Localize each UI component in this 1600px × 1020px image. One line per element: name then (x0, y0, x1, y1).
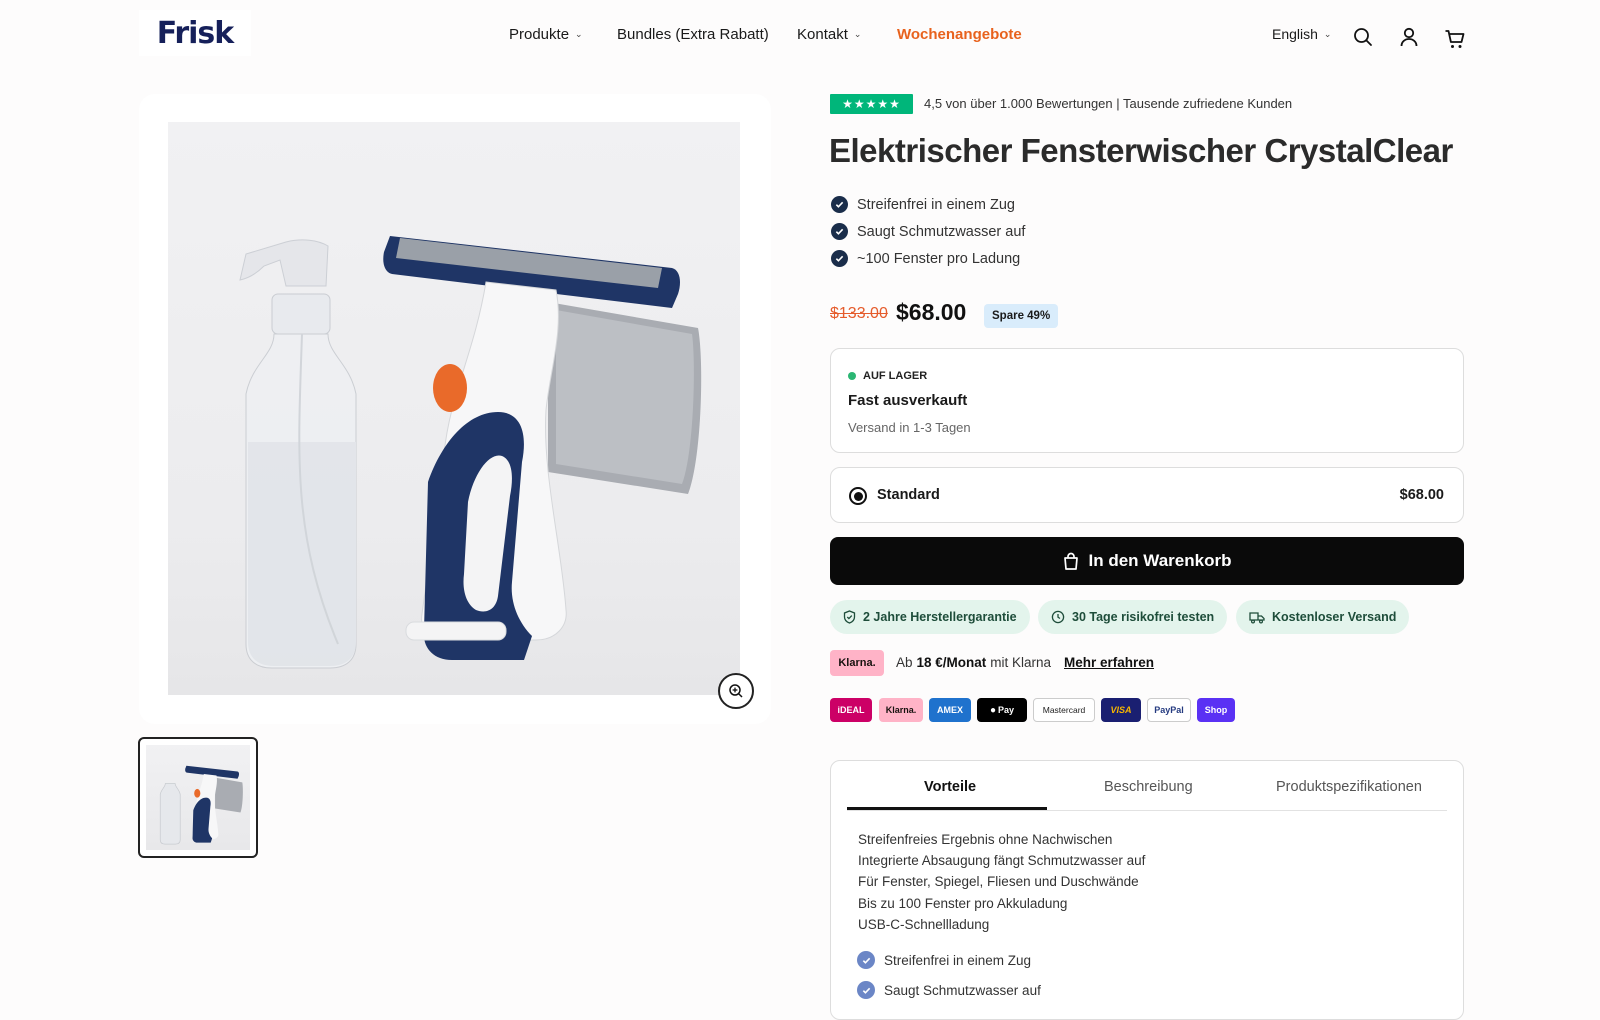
tab-produktspezifikationen[interactable]: Produktspezifikationen (1276, 779, 1422, 795)
search-icon[interactable] (1352, 26, 1374, 48)
nav-label: Kontakt (797, 26, 848, 43)
shopping-bag-icon (1063, 552, 1078, 570)
feature-item: Streifenfrei in einem Zug (831, 196, 1015, 213)
benefit-check-item: Saugt Schmutzwasser auf (857, 981, 1041, 999)
nav-wochenangebote[interactable]: Wochenangebote (897, 26, 1022, 43)
check-icon (831, 250, 848, 267)
benefit-line: Bis zu 100 Fenster pro Akkuladung (858, 896, 1068, 911)
check-icon (857, 951, 875, 969)
stock-status-label: AUF LAGER (863, 370, 928, 382)
klarna-logo: Klarna. (830, 650, 884, 676)
nav-produkte[interactable]: Produkte ⌄ (509, 26, 583, 43)
trustpilot-stars: ★★★★★ (830, 94, 913, 114)
klarna-learn-more-link[interactable]: Mehr erfahren (1064, 655, 1154, 670)
benefit-line: Streifenfreies Ergebnis ohne Nachwischen (858, 832, 1113, 847)
product-image[interactable] (168, 122, 740, 695)
paypal-icon: PayPal (1147, 698, 1191, 722)
truck-icon (1249, 611, 1265, 624)
benefit-line: Für Fenster, Spiegel, Fliesen und Duschw… (858, 874, 1139, 889)
window-cleaner-illustration (239, 236, 702, 669)
add-to-cart-label: In den Warenkorb (1088, 551, 1232, 570)
trial-badge: 30 Tage risikofrei testen (1038, 600, 1228, 634)
visa-icon: VISA (1101, 698, 1141, 722)
klarna-suffix: mit Klarna (990, 655, 1052, 670)
zoom-button[interactable] (718, 673, 754, 709)
klarna-payment-icon: Klarna. (879, 698, 923, 722)
benefit-check-label: Saugt Schmutzwasser auf (884, 982, 1041, 998)
nav-bundles[interactable]: Bundles (Extra Rabatt) (617, 26, 769, 43)
apple-pay-label: Pay (998, 705, 1015, 715)
badge-label: Kostenloser Versand (1272, 610, 1397, 624)
variant-price: $68.00 (1399, 487, 1444, 503)
site-header: Frisk Produkte ⌄ Bundles (Extra Rabatt) … (0, 0, 1600, 72)
check-icon (831, 196, 848, 213)
tab-divider (847, 810, 1447, 811)
klarna-prefix: Ab (896, 655, 913, 670)
language-label: English (1272, 26, 1318, 42)
chevron-down-icon: ⌄ (1323, 28, 1332, 39)
benefit-check-label: Streifenfrei in einem Zug (884, 952, 1032, 968)
check-icon (857, 981, 875, 999)
cart-icon[interactable] (1444, 28, 1466, 50)
apple-pay-icon: ● Pay (977, 698, 1027, 722)
klarna-text: Ab 18 €/Monat mit Klarna (896, 655, 1051, 670)
shield-check-icon (843, 610, 856, 624)
benefit-line: Integrierte Absaugung fängt Schmutzwasse… (858, 853, 1146, 868)
feature-label: Saugt Schmutzwasser auf (857, 223, 1026, 240)
clock-icon (1051, 610, 1065, 624)
tab-beschreibung[interactable]: Beschreibung (1104, 779, 1193, 795)
zoom-in-icon (729, 684, 743, 698)
chevron-down-icon: ⌄ (853, 29, 862, 39)
frisk-logo[interactable]: Frisk (139, 10, 251, 56)
amex-icon: AMEX (929, 698, 971, 722)
tab-vorteile[interactable]: Vorteile (924, 779, 976, 795)
logo-text: Frisk (156, 15, 234, 51)
original-price: $133.00 (830, 305, 888, 322)
feature-label: Streifenfrei in einem Zug (857, 196, 1015, 213)
benefit-line: USB-C-Schnellladung (858, 917, 990, 932)
radio-selected-icon[interactable] (849, 487, 867, 505)
stock-status: AUF LAGER (848, 370, 927, 382)
warranty-badge: 2 Jahre Herstellergarantie (830, 600, 1030, 634)
mastercard-icon: Mastercard (1033, 698, 1095, 722)
nav-label: Bundles (Extra Rabatt) (617, 26, 769, 43)
in-stock-dot-icon (848, 372, 856, 380)
product-title: Elektrischer Fensterwischer CrystalClear (829, 132, 1453, 169)
badge-label: 30 Tage risikofrei testen (1072, 610, 1215, 624)
language-selector[interactable]: English ⌄ (1272, 26, 1331, 42)
feature-item: Saugt Schmutzwasser auf (831, 223, 1025, 240)
shop-pay-icon: Shop (1197, 698, 1235, 722)
chevron-down-icon: ⌄ (575, 29, 583, 39)
stock-card: AUF LAGER Fast ausverkauft Versand in 1-… (830, 348, 1464, 453)
feature-label: ~100 Fenster pro Ladung (857, 250, 1021, 267)
nav-kontakt[interactable]: Kontakt ⌄ (797, 26, 861, 43)
sale-price: $68.00 (896, 299, 967, 325)
rating-summary: 4,5 von über 1.000 Bewertungen | Tausend… (924, 96, 1293, 111)
thumbnail[interactable] (138, 737, 258, 858)
account-icon[interactable] (1398, 26, 1420, 48)
ideal-icon: iDEAL (830, 698, 872, 722)
feature-item: ~100 Fenster pro Ladung (831, 250, 1020, 267)
stock-headline: Fast ausverkauft (848, 392, 968, 409)
discount-badge: Spare 49% (984, 304, 1059, 328)
nav-label: Wochenangebote (897, 26, 1022, 43)
free-shipping-badge: Kostenloser Versand (1236, 600, 1410, 634)
variant-label: Standard (877, 487, 940, 503)
badge-label: 2 Jahre Herstellergarantie (863, 610, 1017, 624)
variant-option-standard[interactable]: Standard $68.00 (830, 467, 1464, 523)
benefit-check-item: Streifenfrei in einem Zug (857, 951, 1031, 969)
shipping-time: Versand in 1-3 Tagen (848, 420, 971, 435)
nav-label: Produkte (509, 26, 570, 43)
add-to-cart-button[interactable]: In den Warenkorb (830, 537, 1464, 585)
check-icon (831, 223, 848, 240)
klarna-amount: 18 €/Monat (916, 655, 987, 670)
thumbnail-image (146, 745, 250, 850)
